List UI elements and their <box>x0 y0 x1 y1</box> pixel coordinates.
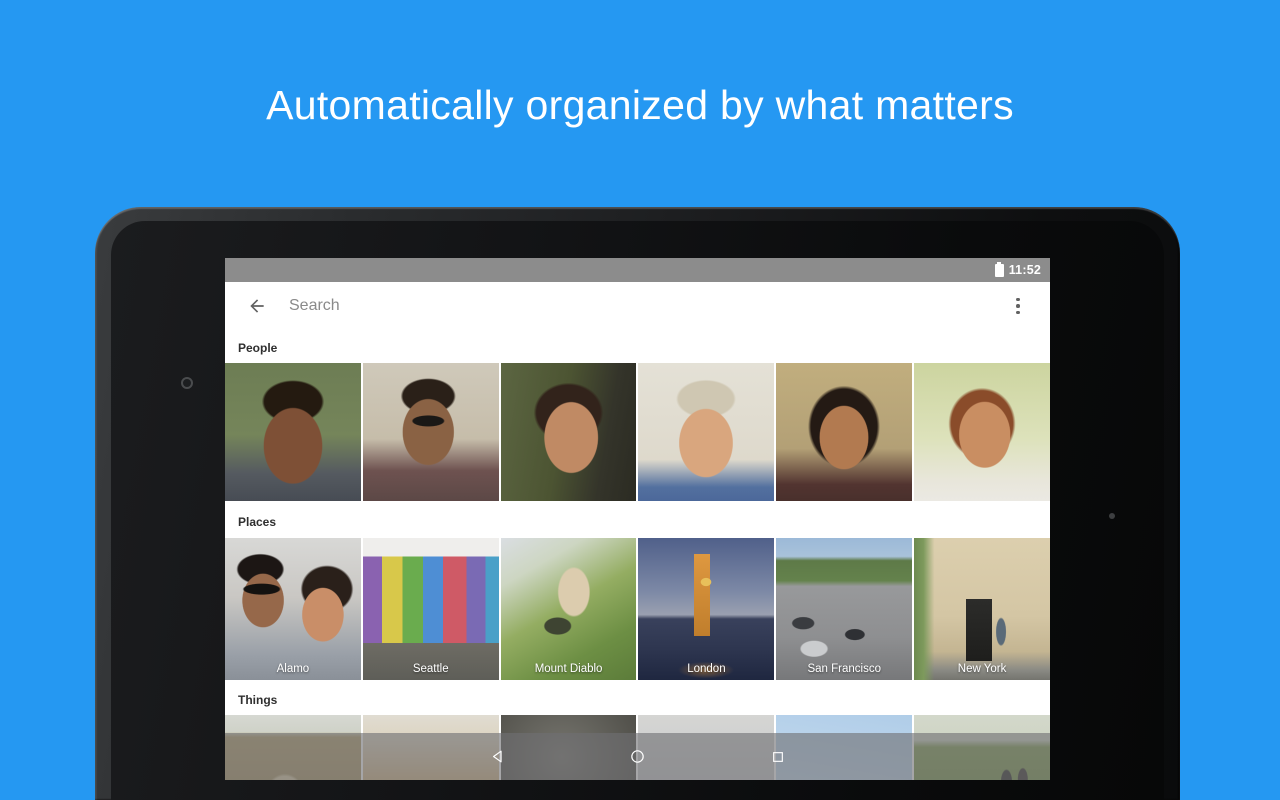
place-tile-london[interactable]: London <box>638 538 774 680</box>
place-label: Alamo <box>225 663 361 675</box>
places-row: Alamo Seattle Mount Diablo London San Fr… <box>225 538 1050 680</box>
place-tile-mount-diablo[interactable]: Mount Diablo <box>501 538 637 680</box>
nav-home-button[interactable] <box>629 748 647 766</box>
people-photo-5[interactable] <box>776 363 912 501</box>
place-label: Mount Diablo <box>501 663 637 675</box>
place-tile-seattle[interactable]: Seattle <box>363 538 499 680</box>
nav-back-button[interactable] <box>489 748 507 766</box>
triangle-outline-icon <box>489 748 506 765</box>
place-label: New York <box>914 663 1050 675</box>
people-photo-1[interactable] <box>225 363 361 501</box>
sensor-dot-icon <box>1109 513 1115 519</box>
people-photo-2[interactable] <box>363 363 499 501</box>
place-tile-new-york[interactable]: New York <box>914 538 1050 680</box>
promo-headline: Automatically organized by what matters <box>0 82 1280 129</box>
section-label-places: Places <box>225 501 1050 538</box>
section-label-things: Things <box>225 680 1050 715</box>
circle-outline-icon <box>629 748 646 765</box>
place-tile-alamo[interactable]: Alamo <box>225 538 361 680</box>
search-input[interactable]: Search <box>289 297 1002 315</box>
photos-app-screen: 11:52 Search People <box>225 258 1050 780</box>
people-photo-6[interactable] <box>914 363 1050 501</box>
status-time: 11:52 <box>1009 263 1041 277</box>
search-toolbar: Search <box>225 282 1050 330</box>
tablet-device: 11:52 Search People <box>95 207 1180 800</box>
place-label: San Francisco <box>776 663 912 675</box>
arrow-back-icon <box>247 296 267 316</box>
square-outline-icon <box>770 749 786 765</box>
people-row <box>225 363 1050 501</box>
people-photo-3[interactable] <box>501 363 637 501</box>
back-button[interactable] <box>239 288 275 324</box>
section-label-people: People <box>225 330 1050 363</box>
battery-icon <box>995 264 1004 277</box>
more-vert-icon <box>1016 298 1020 302</box>
nav-recents-button[interactable] <box>769 748 787 766</box>
overflow-menu-button[interactable] <box>1002 290 1034 322</box>
android-nav-bar <box>225 733 1050 780</box>
front-camera-icon <box>181 377 193 389</box>
promo-background: Automatically organized by what matters … <box>0 0 1280 800</box>
place-label: Seattle <box>363 663 499 675</box>
place-label: London <box>638 663 774 675</box>
status-bar: 11:52 <box>225 258 1050 282</box>
place-tile-san-francisco[interactable]: San Francisco <box>776 538 912 680</box>
people-photo-4[interactable] <box>638 363 774 501</box>
